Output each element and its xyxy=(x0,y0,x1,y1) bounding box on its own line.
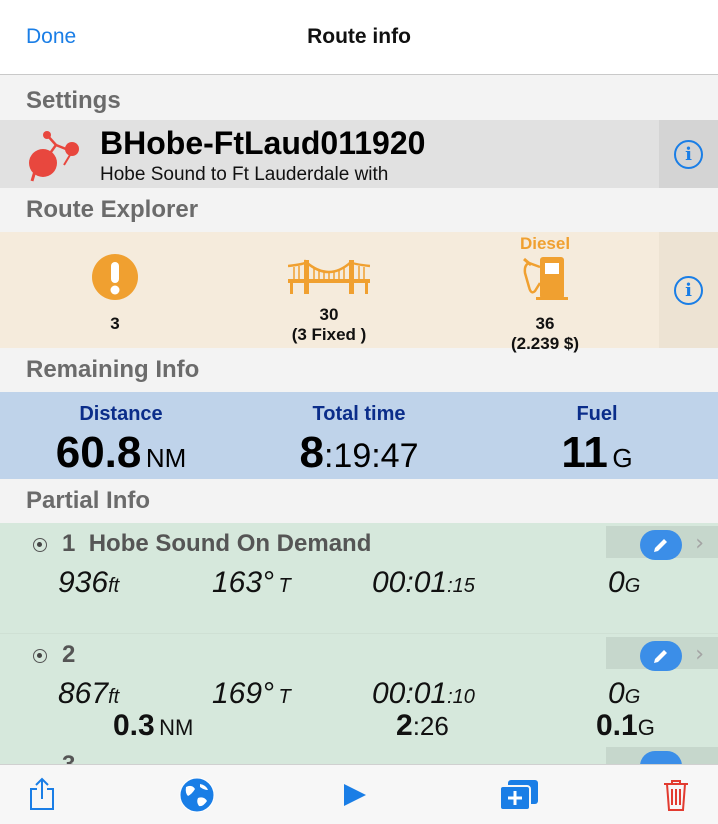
distance-label: Distance xyxy=(79,403,163,425)
remaining-distance: Distance 60.8 NM xyxy=(36,392,206,479)
leg-time: 00:01:15 xyxy=(372,566,475,599)
navigation-bar: Done Route info xyxy=(0,0,718,75)
diesel-label: Diesel xyxy=(519,234,571,253)
leg-number: 1 xyxy=(62,530,76,557)
bridge-icon xyxy=(287,259,371,294)
fuel-pump-icon xyxy=(523,257,568,300)
partial-info-section-header: Partial Info xyxy=(0,479,718,523)
edit-button[interactable] xyxy=(640,641,682,671)
cumulative-time: 2:26 xyxy=(396,709,449,742)
remaining-fuel: Fuel 11 G xyxy=(512,392,682,479)
trash-icon xyxy=(664,780,688,811)
route-icon xyxy=(29,131,79,182)
edit-button[interactable] xyxy=(640,530,682,560)
exclamation-icon xyxy=(92,254,138,300)
bridges-count: 30 xyxy=(319,305,339,324)
explorer-info-area: i xyxy=(659,232,718,348)
add-layer-button[interactable] xyxy=(498,778,540,817)
fuel-stations-count: 36 xyxy=(535,314,555,333)
remaining-total-time: Total time 8:19:47 xyxy=(274,392,444,479)
settings-section-header: Settings xyxy=(0,75,718,120)
fuel-label: Fuel xyxy=(576,403,618,425)
total-time-minutes-seconds: :19:47 xyxy=(323,437,419,475)
fuel-stations-item[interactable]: Diesel 36 (2.239 $) xyxy=(490,232,600,353)
page-title: Route info xyxy=(307,25,411,48)
info-icon[interactable]: i xyxy=(674,275,703,305)
bridges-detail: (3 Fixed ) xyxy=(291,325,367,344)
route-description: Hobe Sound to Ft Lauderdale with xyxy=(100,164,389,185)
bottom-toolbar xyxy=(0,764,718,824)
fuel-unit: G xyxy=(612,443,633,473)
distance-unit: NM xyxy=(145,443,187,473)
chevron-right-icon[interactable]: › xyxy=(695,642,704,667)
globe-icon xyxy=(179,777,215,813)
globe-button[interactable] xyxy=(178,776,216,819)
leg-name: Hobe Sound On Demand xyxy=(88,530,372,557)
route-explorer-row[interactable]: 3 30 (3 Fixed ) Diesel 36 (2.239 $) i xyxy=(0,232,718,353)
leg-fuel: 0G xyxy=(608,566,641,599)
cumulative-distance: 0.3 NM xyxy=(113,709,194,742)
warnings-count: 3 xyxy=(110,314,120,333)
chevron-right-icon[interactable]: › xyxy=(695,531,704,556)
total-time-hours: 8 xyxy=(299,428,324,477)
leg-number: 2 xyxy=(62,641,76,668)
play-icon xyxy=(344,784,366,806)
route-name: BHobe-FtLaud011920 xyxy=(100,125,426,161)
play-button[interactable] xyxy=(342,782,368,813)
share-button[interactable] xyxy=(28,777,56,816)
leg-time: 00:01:10 xyxy=(372,677,475,710)
leg-distance: 936ft xyxy=(58,566,120,599)
distance-value: 60.8 xyxy=(55,428,142,477)
leg-fuel: 0G xyxy=(608,677,641,710)
pencil-icon xyxy=(654,650,667,663)
remaining-info-row: Distance 60.8 NM Total time 8:19:47 Fuel… xyxy=(0,392,718,479)
remaining-info-section-header: Remaining Info xyxy=(0,348,718,392)
cumulative-fuel: 0.1G xyxy=(596,709,655,742)
add-layer-icon xyxy=(499,780,538,811)
leg-radio[interactable] xyxy=(33,649,47,663)
leg-radio[interactable] xyxy=(33,538,47,552)
leg-bearing: 163° T xyxy=(212,566,291,599)
bridges-item[interactable]: 30 (3 Fixed ) xyxy=(264,232,394,348)
leg-row[interactable]: › 1 Hobe Sound On Demand 936ft 163° T 00… xyxy=(0,523,718,633)
warnings-item[interactable]: 3 xyxy=(70,232,160,348)
leg-title: 1 Hobe Sound On Demand xyxy=(62,530,371,558)
pencil-icon xyxy=(654,539,667,552)
leg-title: 2 xyxy=(62,641,75,669)
info-icon[interactable]: i xyxy=(674,139,703,169)
leg-row[interactable]: › 2 867ft 169° T 00:01:10 0G 0.3 NM 2:26… xyxy=(0,634,718,746)
delete-button[interactable] xyxy=(662,778,690,817)
route-settings-row[interactable]: BHobe-FtLaud011920 Hobe Sound to Ft Laud… xyxy=(0,120,718,188)
leg-actions: › xyxy=(606,637,718,671)
route-explorer-section-header: Route Explorer xyxy=(0,188,718,232)
leg-bearing: 169° T xyxy=(212,677,291,710)
settings-info-area: i xyxy=(659,120,718,188)
fuel-value: 11 xyxy=(561,428,608,477)
fuel-price: (2.239 $) xyxy=(510,334,580,353)
leg-actions: › xyxy=(606,526,718,560)
share-icon xyxy=(30,777,54,810)
total-time-label: Total time xyxy=(312,403,406,425)
leg-distance: 867ft xyxy=(58,677,120,710)
